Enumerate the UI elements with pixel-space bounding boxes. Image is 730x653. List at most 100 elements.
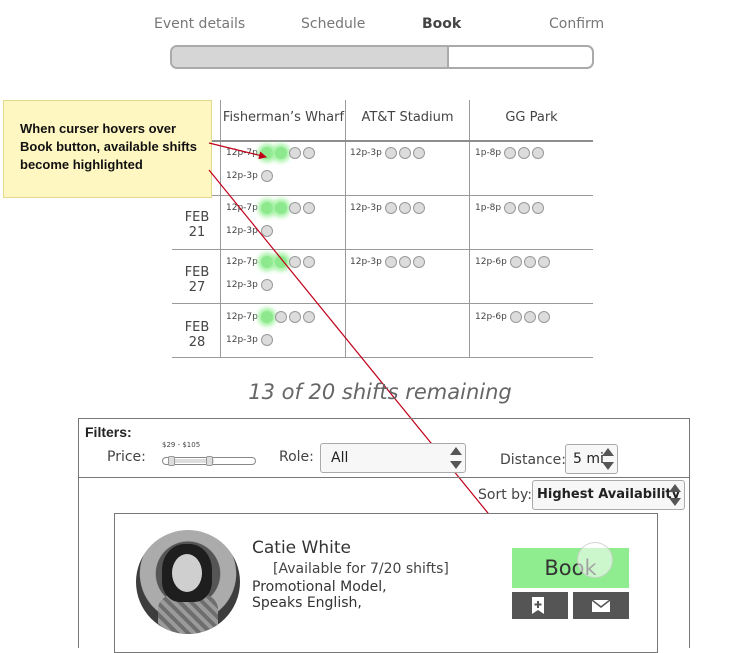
shift-dot[interactable] xyxy=(398,147,411,159)
sort-select[interactable]: Highest Availability xyxy=(532,480,685,510)
role-select[interactable]: All xyxy=(320,443,466,473)
add-bookmark-button[interactable] xyxy=(512,592,568,619)
price-slider[interactable] xyxy=(162,456,256,466)
chevron-up-down-icon xyxy=(668,484,682,506)
progress-bar-fill xyxy=(172,47,450,67)
table-divider xyxy=(172,303,593,304)
shift-dot[interactable] xyxy=(260,334,273,346)
shift-slot[interactable]: 1p-8p xyxy=(475,146,546,160)
step-event-details[interactable]: Event details xyxy=(154,16,245,32)
shift-dot[interactable] xyxy=(288,256,301,268)
available-shift-dot[interactable] xyxy=(260,311,273,323)
shift-slot[interactable]: 12p-3p xyxy=(350,255,427,269)
shift-slot[interactable]: 1p-8p xyxy=(475,201,546,215)
row-date-month: FEB xyxy=(184,210,210,225)
chevron-up-down-icon xyxy=(449,447,463,469)
available-shift-dot[interactable] xyxy=(274,202,287,214)
shift-dot[interactable] xyxy=(302,311,315,323)
shift-time: 12p-3p xyxy=(350,203,382,213)
shift-dot[interactable] xyxy=(509,311,522,323)
table-divider xyxy=(220,100,221,358)
distance-select-value: 5 mi xyxy=(573,451,604,467)
table-divider xyxy=(345,100,346,358)
step-confirm[interactable]: Confirm xyxy=(549,16,604,32)
available-shift-dot[interactable] xyxy=(260,256,273,268)
role-select-value: All xyxy=(331,450,349,466)
shift-time: 12p-7p xyxy=(226,148,258,158)
candidate-description: Promotional Model, Speaks English, xyxy=(252,579,387,611)
shift-slot[interactable]: 12p-7p xyxy=(226,310,317,324)
shift-dot[interactable] xyxy=(384,147,397,159)
chevron-up-down-icon xyxy=(601,448,615,470)
row-date: FEB 27 xyxy=(177,265,217,295)
available-shift-dot[interactable] xyxy=(274,256,287,268)
message-button[interactable] xyxy=(573,592,629,619)
distance-select[interactable]: 5 mi xyxy=(565,444,618,474)
shift-dot[interactable] xyxy=(288,147,301,159)
shift-dot[interactable] xyxy=(260,170,273,182)
shift-dot[interactable] xyxy=(384,202,397,214)
shift-dot[interactable] xyxy=(398,202,411,214)
column-header-gg-park: GG Park xyxy=(505,110,558,125)
shift-slot[interactable]: 12p-3p xyxy=(350,146,427,160)
step-book[interactable]: Book xyxy=(422,16,461,32)
shift-dot[interactable] xyxy=(274,311,287,323)
candidate-availability: [Available for 7/20 shifts] xyxy=(273,561,449,577)
shift-dot[interactable] xyxy=(509,256,522,268)
row-date-month: FEB xyxy=(184,320,210,335)
shift-slot[interactable]: 12p-3p xyxy=(226,333,275,347)
shifts-remaining-text: 13 of 20 shifts remaining xyxy=(248,380,512,404)
shift-dot[interactable] xyxy=(412,147,425,159)
step-schedule[interactable]: Schedule xyxy=(301,16,365,32)
avatar-face xyxy=(172,554,202,592)
shift-time: 12p-3p xyxy=(350,148,382,158)
shift-slot[interactable]: 12p-6p xyxy=(475,310,552,324)
candidate-description-line: Promotional Model, xyxy=(252,579,387,595)
candidate-name[interactable]: Catie White xyxy=(252,538,351,558)
shift-slot[interactable]: 12p-7p xyxy=(226,201,317,215)
shift-dot[interactable] xyxy=(537,256,550,268)
shift-dot[interactable] xyxy=(518,202,531,214)
row-date-day: 28 xyxy=(188,335,206,350)
shift-dot[interactable] xyxy=(412,202,425,214)
candidate-description-line: Speaks English, xyxy=(252,595,362,611)
available-shift-dot[interactable] xyxy=(274,147,287,159)
shift-dot[interactable] xyxy=(260,225,273,237)
shift-dot[interactable] xyxy=(523,311,536,323)
shift-dot[interactable] xyxy=(288,202,301,214)
available-shift-dot[interactable] xyxy=(260,147,273,159)
shift-time: 12p-7p xyxy=(226,312,258,322)
shift-dot[interactable] xyxy=(504,202,517,214)
shift-slot[interactable]: 12p-3p xyxy=(226,169,275,183)
shift-dot[interactable] xyxy=(288,311,301,323)
shift-dot[interactable] xyxy=(302,256,315,268)
shift-slot[interactable]: 12p-6p xyxy=(475,255,552,269)
shift-dot[interactable] xyxy=(537,311,550,323)
shift-slot[interactable]: 12p-3p xyxy=(350,201,427,215)
shift-dot[interactable] xyxy=(518,147,531,159)
shift-dot[interactable] xyxy=(504,147,517,159)
shift-dot[interactable] xyxy=(523,256,536,268)
shift-dot[interactable] xyxy=(260,279,273,291)
shift-slot[interactable]: 12p-3p xyxy=(226,224,275,238)
shift-dot[interactable] xyxy=(398,256,411,268)
shift-slot[interactable]: 12p-7p xyxy=(226,255,317,269)
shift-slot[interactable]: 12p-7p xyxy=(226,146,317,160)
shift-time: 12p-7p xyxy=(226,257,258,267)
price-slider-max-handle[interactable] xyxy=(206,456,213,466)
shift-dot[interactable] xyxy=(384,256,397,268)
table-divider xyxy=(172,195,593,196)
price-slider-min-handle[interactable] xyxy=(168,456,175,466)
table-divider xyxy=(469,100,470,358)
available-shift-dot[interactable] xyxy=(260,202,273,214)
annotation-callout: When curser hovers over Book button, ava… xyxy=(3,100,212,198)
shift-dot[interactable] xyxy=(412,256,425,268)
shift-time: 12p-3p xyxy=(226,171,258,181)
shift-time: 1p-8p xyxy=(475,148,502,158)
shift-dot[interactable] xyxy=(302,202,315,214)
shift-dot[interactable] xyxy=(532,147,545,159)
shift-dot[interactable] xyxy=(532,202,545,214)
shift-time: 12p-7p xyxy=(226,203,258,213)
shift-dot[interactable] xyxy=(302,147,315,159)
shift-slot[interactable]: 12p-3p xyxy=(226,278,275,292)
